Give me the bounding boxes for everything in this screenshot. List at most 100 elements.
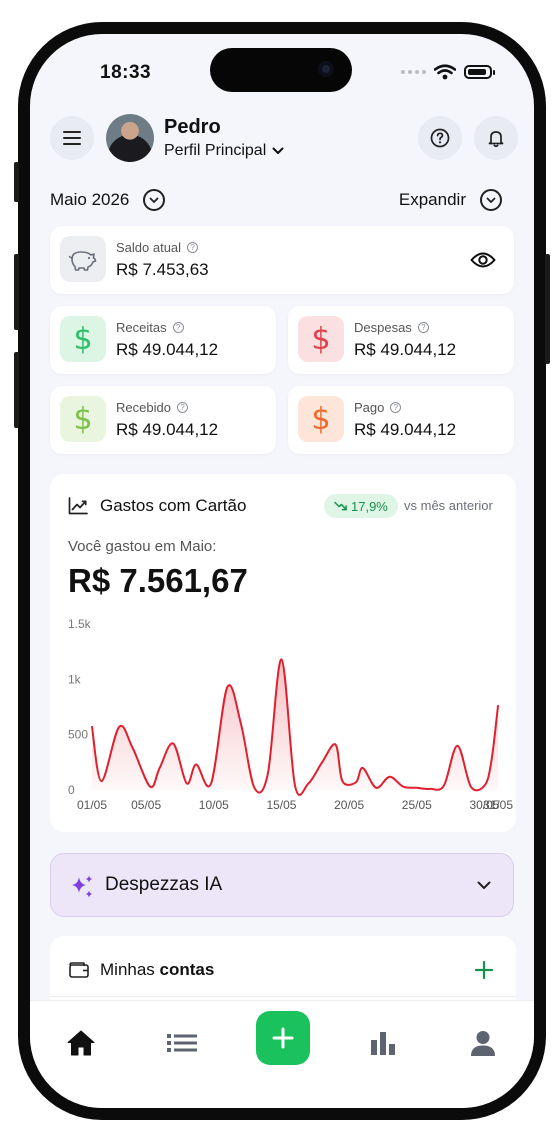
divider xyxy=(50,996,516,997)
wifi-icon xyxy=(434,64,456,80)
silent-switch xyxy=(14,162,19,202)
y-tick-label: 1.5k xyxy=(68,617,92,631)
volume-up-button xyxy=(14,254,19,330)
expand-toggle[interactable]: Expandir xyxy=(399,189,502,211)
paid-card[interactable]: $ Pago ? R$ 49.044,12 xyxy=(288,386,514,454)
sparkles-icon xyxy=(72,875,93,898)
expenses-label-row: Despesas ? xyxy=(354,320,429,335)
tab-profile[interactable] xyxy=(459,1023,507,1063)
paid-value: R$ 49.044,12 xyxy=(354,420,457,439)
ai-title: Despezzas IA xyxy=(105,874,223,895)
add-icon xyxy=(272,1027,294,1049)
y-tick-label: 500 xyxy=(68,728,88,742)
add-transaction-button[interactable] xyxy=(256,1011,310,1065)
expand-label: Expandir xyxy=(398,190,466,209)
income-label-row: Receitas ? xyxy=(116,320,184,335)
income-card[interactable]: $ Receitas ? R$ 49.044,12 xyxy=(50,306,276,374)
volume-down-button xyxy=(14,352,19,428)
x-tick-label: 25/05 xyxy=(402,798,432,812)
hamburger-icon xyxy=(63,131,81,145)
dollar-icon: $ xyxy=(298,396,344,442)
user-name: Pedro xyxy=(164,116,221,138)
spent-label: Você gastou em Maio: xyxy=(68,538,217,555)
balance-value: R$ 7.453,63 xyxy=(116,260,209,279)
card-spending-card: Gastos com Cartão 17,9% vs mês anterior … xyxy=(50,474,516,832)
profile-icon xyxy=(471,1031,495,1056)
info-icon[interactable]: ? xyxy=(390,402,402,413)
dynamic-island xyxy=(210,48,352,92)
expenses-label: Despesas xyxy=(354,320,412,335)
profile-selector[interactable]: Perfil Principal xyxy=(164,142,284,160)
tab-transactions[interactable] xyxy=(158,1023,206,1063)
dollar-icon: $ xyxy=(60,316,106,362)
tab-reports[interactable] xyxy=(359,1023,407,1063)
add-account-icon[interactable] xyxy=(474,960,494,980)
signal-icon xyxy=(401,70,426,74)
dollar-icon: $ xyxy=(298,316,344,362)
tab-home[interactable] xyxy=(57,1023,105,1063)
app-screen: 18:33 Pedro Perfil Principal Maio 2026 E… xyxy=(30,34,534,1108)
x-tick-label: 31/05 xyxy=(483,798,513,812)
received-label: Recebido xyxy=(116,400,171,415)
spending-chart: 0 500 1k 1.5k 01/05 05/05 10/05 15/05 20/05 25/05… xyxy=(68,617,513,812)
expenses-card[interactable]: $ Despesas ? R$ 49.044,12 xyxy=(288,306,514,374)
accounts-title-prefix: Minhas xyxy=(100,960,160,979)
income-value: R$ 49.044,12 xyxy=(116,340,219,359)
avatar[interactable] xyxy=(106,114,154,162)
received-value: R$ 49.044,12 xyxy=(116,420,219,439)
eye-icon[interactable] xyxy=(470,250,496,270)
trend-chart-icon xyxy=(68,497,88,515)
info-icon[interactable]: ? xyxy=(187,242,199,253)
wallet-icon xyxy=(69,962,89,978)
piggy-bank-icon xyxy=(60,236,106,282)
accounts-title-bold: contas xyxy=(159,960,215,979)
trend-down-icon xyxy=(334,501,347,511)
notifications-button[interactable] xyxy=(474,116,518,160)
y-tick-label: 0 xyxy=(68,783,75,797)
received-card[interactable]: $ Recebido ? R$ 49.044,12 xyxy=(50,386,276,454)
info-icon[interactable]: ? xyxy=(417,322,429,333)
menu-button[interactable] xyxy=(50,116,94,160)
chart-icon xyxy=(371,1032,395,1055)
chevron-down-circle-icon xyxy=(480,189,502,211)
income-label: Receitas xyxy=(116,320,167,335)
balance-label: Saldo atual xyxy=(116,240,182,255)
help-icon xyxy=(430,128,450,148)
bottom-tab-bar xyxy=(30,1000,534,1108)
ai-assistant-card[interactable]: Despezzas IA xyxy=(50,853,514,917)
x-tick-label: 15/05 xyxy=(266,798,296,812)
y-tick-label: 1k xyxy=(68,672,82,686)
accounts-title: Minhas contas xyxy=(100,960,214,980)
expenses-value: R$ 49.044,12 xyxy=(354,340,457,359)
info-icon[interactable]: ? xyxy=(176,402,188,413)
comparison-label: vs mês anterior xyxy=(404,498,493,513)
change-badge-value: 17,9% xyxy=(351,498,388,514)
paid-label: Pago xyxy=(354,400,385,415)
series-area xyxy=(92,659,498,796)
chevron-down-icon xyxy=(272,147,284,154)
bell-icon xyxy=(488,131,504,148)
profile-label: Perfil Principal xyxy=(164,142,267,159)
list-icon xyxy=(167,1034,197,1052)
x-tick-label: 10/05 xyxy=(199,798,229,812)
spent-value: R$ 7.561,67 xyxy=(68,562,248,599)
x-tick-label: 05/05 xyxy=(131,798,161,812)
chevron-down-icon[interactable] xyxy=(477,881,491,890)
status-icons xyxy=(401,64,495,80)
card-spending-header: Gastos com Cartão xyxy=(68,496,246,516)
balance-card: Saldo atual ? R$ 7.453,63 xyxy=(50,226,514,294)
month-selector[interactable]: Maio 2026 xyxy=(50,189,166,211)
chevron-down-circle-icon xyxy=(143,189,166,211)
card-spending-title: Gastos com Cartão xyxy=(100,496,247,515)
help-button[interactable] xyxy=(418,116,462,160)
balance-label-row: Saldo atual ? xyxy=(116,240,199,255)
x-tick-label: 01/05 xyxy=(77,798,107,812)
received-label-row: Recebido ? xyxy=(116,400,188,415)
battery-icon xyxy=(464,65,495,79)
series-line xyxy=(91,658,499,796)
dollar-icon: $ xyxy=(60,396,106,442)
home-icon xyxy=(67,1030,95,1056)
status-time: 18:33 xyxy=(100,62,152,83)
paid-label-row: Pago ? xyxy=(354,400,402,415)
info-icon[interactable]: ? xyxy=(172,322,184,333)
